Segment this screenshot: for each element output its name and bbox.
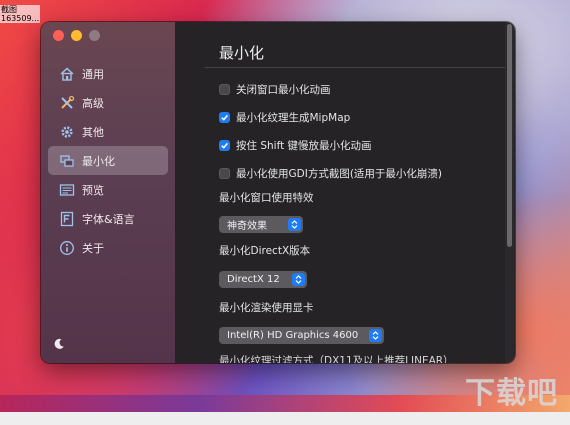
title-divider: [205, 67, 505, 68]
effect-label: 最小化窗口使用特效: [219, 192, 314, 204]
option-label: 最小化纹理生成MipMap: [236, 112, 351, 124]
house-icon: [59, 66, 75, 82]
font-icon: [59, 211, 75, 227]
option-label: 按住 Shift 键慢放最小化动画: [236, 140, 372, 152]
scrollbar[interactable]: [505, 22, 514, 363]
sidebar-item-label: 其他: [82, 125, 104, 139]
sidebar-item-minimize[interactable]: 最小化: [48, 146, 168, 175]
chevron-updown-icon: [369, 329, 382, 342]
option-mipmap[interactable]: 最小化纹理生成MipMap: [219, 110, 350, 125]
checkbox[interactable]: [219, 140, 230, 151]
desktop-file-label-line-1: 截图: [1, 5, 17, 14]
minimize-windows-icon: [59, 153, 75, 169]
close-window-button[interactable]: [53, 30, 64, 41]
sidebar-item-label: 通用: [82, 67, 104, 81]
watermark-logo: 下载吧: [465, 376, 558, 411]
option-label: 最小化使用GDI方式截图(适用于最小化崩溃): [236, 168, 443, 180]
checkbox[interactable]: [219, 112, 230, 123]
chevron-updown-icon: [292, 273, 305, 286]
sidebar-item-label: 关于: [82, 241, 104, 255]
scrollbar-thumb[interactable]: [507, 24, 512, 247]
sidebar-item-label: 字体&语言: [82, 212, 135, 226]
desktop-file-label-line-2: 163509...: [1, 14, 40, 23]
gpu-label: 最小化渲染使用显卡: [219, 302, 314, 314]
checkbox[interactable]: [219, 84, 230, 95]
settings-window: 通用 高级 其他 最小化 预览 字体&语言 关于 最小化 关闭窗口最小化动画 最…: [41, 22, 515, 363]
checkmark-icon: [221, 142, 228, 149]
gpu-select-value: Intel(R) HD Graphics 4600: [227, 330, 359, 341]
tools-icon: [59, 95, 75, 111]
minimize-window-button[interactable]: [71, 30, 82, 41]
checkbox[interactable]: [219, 168, 230, 179]
sidebar-item-advanced[interactable]: 高级: [48, 88, 168, 117]
gear-icon: [59, 124, 75, 140]
directx-select[interactable]: DirectX 12: [219, 271, 307, 288]
option-disable-minimize-animation[interactable]: 关闭窗口最小化动画: [219, 82, 331, 97]
sidebar-item-label: 最小化: [82, 154, 115, 168]
sidebar-item-label: 高级: [82, 96, 104, 110]
effect-select[interactable]: 神奇效果: [219, 216, 303, 233]
sidebar-item-about[interactable]: 关于: [48, 233, 168, 262]
gpu-select[interactable]: Intel(R) HD Graphics 4600: [219, 327, 384, 344]
settings-content: 最小化 关闭窗口最小化动画 最小化纹理生成MipMap 按住 Shift 键慢放…: [175, 22, 515, 363]
checkmark-icon: [221, 114, 228, 121]
sidebar-nav: 通用 高级 其他 最小化 预览 字体&语言 关于: [48, 59, 168, 262]
option-label: 关闭窗口最小化动画: [236, 84, 331, 96]
zoom-window-button[interactable]: [89, 30, 100, 41]
window-controls: [53, 30, 100, 41]
preview-icon: [59, 182, 75, 198]
option-gdi-screenshot[interactable]: 最小化使用GDI方式截图(适用于最小化崩溃): [219, 166, 442, 181]
desktop-file-label[interactable]: 截图 163509...: [0, 5, 41, 23]
info-icon: [59, 240, 75, 256]
texture-filter-label: 最小化纹理过滤方式（DX11及以上推荐LINEAR）: [219, 355, 454, 363]
sidebar-item-other[interactable]: 其他: [48, 117, 168, 146]
directx-select-value: DirectX 12: [227, 274, 280, 285]
chevron-updown-icon: [288, 218, 301, 231]
sidebar: 通用 高级 其他 最小化 预览 字体&语言 关于: [41, 22, 175, 363]
page-title: 最小化: [219, 44, 265, 62]
sidebar-item-font-language[interactable]: 字体&语言: [48, 204, 168, 233]
sidebar-item-general[interactable]: 通用: [48, 59, 168, 88]
directx-label: 最小化DirectX版本: [219, 245, 311, 257]
sidebar-item-preview[interactable]: 预览: [48, 175, 168, 204]
sidebar-item-label: 预览: [82, 183, 104, 197]
option-shift-slow-animation[interactable]: 按住 Shift 键慢放最小化动画: [219, 138, 372, 153]
moon-icon[interactable]: [53, 338, 65, 350]
effect-select-value: 神奇效果: [227, 221, 267, 232]
